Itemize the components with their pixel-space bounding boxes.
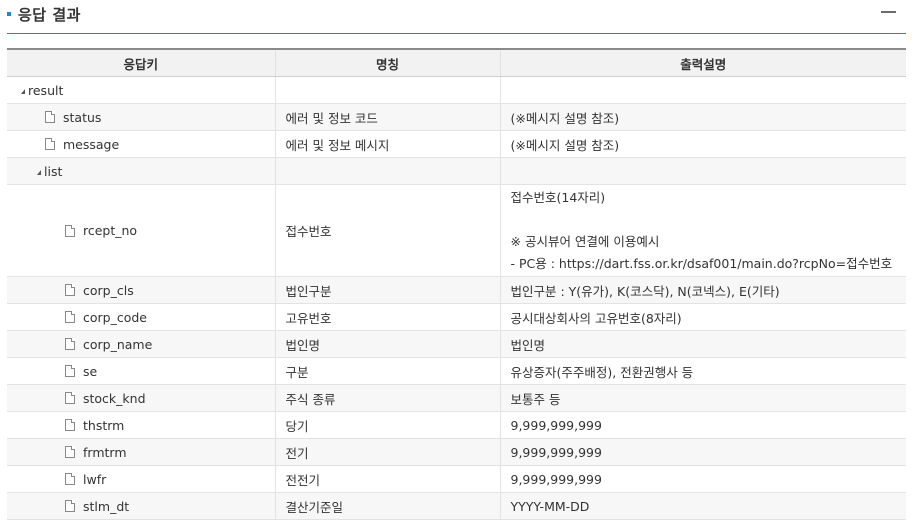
- row-key: corp_code: [83, 309, 147, 325]
- table-row: rcept_no 접수번호 접수번호(14자리) ※ 공시뷰어 연결에 이용예시…: [7, 184, 906, 277]
- row-key: message: [63, 136, 120, 152]
- document-icon: [65, 419, 75, 431]
- document-icon: [65, 284, 75, 296]
- document-icon: [65, 473, 75, 485]
- table-row: stock_knd 주식 종류 보통주 등: [7, 384, 906, 412]
- row-name: [275, 157, 501, 185]
- row-description: YYYY-MM-DD: [500, 492, 906, 520]
- description-line: ※ 공시뷰어 연결에 이용예시: [510, 233, 660, 249]
- column-header-description: 출력설명: [500, 48, 906, 77]
- row-key: thstrm: [83, 417, 125, 433]
- row-name: 에러 및 정보 코드: [275, 103, 501, 131]
- row-key: se: [83, 363, 98, 379]
- row-name: 접수번호: [275, 184, 501, 277]
- table-row: message 에러 및 정보 메시지 (※메시지 설명 참조): [7, 130, 906, 158]
- row-key[interactable]: list: [44, 164, 62, 179]
- document-icon: [65, 224, 75, 237]
- row-key: stlm_dt: [83, 498, 130, 514]
- table-row: corp_code 고유번호 공시대상회사의 고유번호(8자리): [7, 303, 906, 331]
- row-key: status: [63, 109, 102, 125]
- table-header-row: 응답키 명칭 출력설명: [7, 48, 906, 77]
- row-description: 유상증자(주주배정), 전환권행사 등: [500, 357, 906, 385]
- description-line: - PC용 : https://dart.fss.or.kr/dsaf001/m…: [510, 255, 893, 271]
- row-description: 9,999,999,999: [500, 411, 906, 439]
- row-description: 법인구분 : Y(유가), K(코스닥), N(코넥스), E(기타): [500, 276, 906, 304]
- row-description: 9,999,999,999: [500, 438, 906, 466]
- row-description: (※메시지 설명 참조): [500, 103, 906, 131]
- row-name: 법인명: [275, 330, 501, 358]
- header-divider: [7, 33, 906, 34]
- table-row: thstrm 당기 9,999,999,999: [7, 411, 906, 439]
- table-row: result: [7, 76, 906, 104]
- table-row: status 에러 및 정보 코드 (※메시지 설명 참조): [7, 103, 906, 131]
- row-description: 법인명: [500, 330, 906, 358]
- document-icon: [65, 446, 75, 458]
- section-header: 응답 결과: [0, 0, 916, 34]
- row-name: 결산기준일: [275, 492, 501, 520]
- table-row: stlm_dt 결산기준일 YYYY-MM-DD: [7, 492, 906, 520]
- document-icon: [45, 111, 55, 123]
- row-name: 고유번호: [275, 303, 501, 331]
- description-line: 접수번호(14자리): [510, 189, 606, 205]
- table-row: lwfr 전전기 9,999,999,999: [7, 465, 906, 493]
- column-header-name: 명칭: [275, 48, 501, 77]
- row-description: 공시대상회사의 고유번호(8자리): [500, 303, 906, 331]
- row-key: rcept_no: [83, 223, 138, 238]
- square-bullet-icon: [7, 12, 11, 16]
- row-name: 전전기: [275, 465, 501, 493]
- row-key: stock_knd: [83, 390, 146, 406]
- row-key: corp_name: [83, 336, 153, 352]
- document-icon: [65, 311, 75, 323]
- document-icon: [65, 338, 75, 350]
- row-description: 9,999,999,999: [500, 465, 906, 493]
- row-description: (※메시지 설명 참조): [500, 130, 906, 158]
- row-key: frmtrm: [83, 444, 127, 460]
- row-name: 주식 종류: [275, 384, 501, 412]
- triangle-expanded-icon[interactable]: [37, 169, 41, 175]
- row-name: [275, 76, 501, 104]
- document-icon: [65, 500, 75, 512]
- row-key[interactable]: result: [28, 83, 63, 98]
- row-name: 에러 및 정보 메시지: [275, 130, 501, 158]
- row-description: 보통주 등: [500, 384, 906, 412]
- row-name: 당기: [275, 411, 501, 439]
- table-row: se 구분 유상증자(주주배정), 전환권행사 등: [7, 357, 906, 385]
- column-header-key: 응답키: [7, 48, 276, 77]
- section-title: 응답 결과: [18, 6, 81, 24]
- minus-icon[interactable]: [881, 11, 896, 13]
- triangle-expanded-icon[interactable]: [21, 88, 25, 94]
- table-row: list: [7, 157, 906, 185]
- row-name: 구분: [275, 357, 501, 385]
- row-description: [500, 157, 906, 185]
- document-icon: [65, 365, 75, 377]
- row-key: corp_cls: [83, 282, 134, 298]
- document-icon: [45, 138, 55, 150]
- row-key: lwfr: [83, 471, 107, 487]
- table-row: corp_cls 법인구분 법인구분 : Y(유가), K(코스닥), N(코넥…: [7, 276, 906, 304]
- row-name: 법인구분: [275, 276, 501, 304]
- document-icon: [65, 392, 75, 404]
- response-table: 응답키 명칭 출력설명 result status 에러 및 정보 코드 (※메…: [7, 48, 906, 520]
- row-description: 접수번호(14자리) ※ 공시뷰어 연결에 이용예시 - PC용 : https…: [500, 184, 906, 277]
- table-row: frmtrm 전기 9,999,999,999: [7, 438, 906, 466]
- table-row: corp_name 법인명 법인명: [7, 330, 906, 358]
- row-description: [500, 76, 906, 104]
- row-name: 전기: [275, 438, 501, 466]
